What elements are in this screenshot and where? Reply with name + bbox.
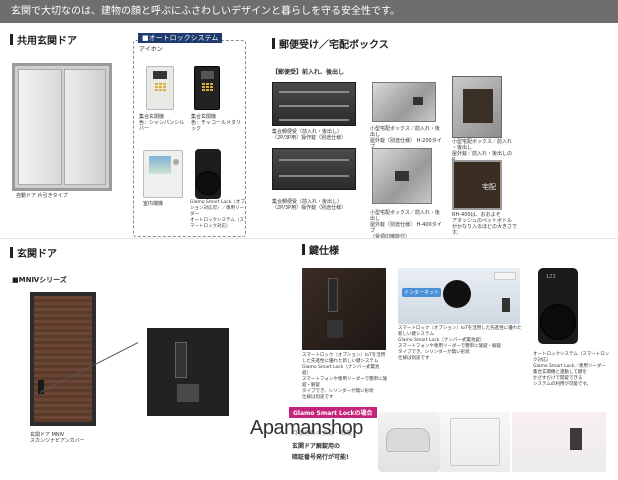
mail-slot [279, 105, 349, 107]
camera-window [153, 71, 167, 79]
common-door-title-text: 共用玄関ドア [17, 36, 77, 47]
dedicated-reader: 123 [538, 268, 578, 344]
parcel-h400-caption: 小型宅配ボックス／前入れ・後出し 屋外錠（別途仕様） H-400タイプ （受領印… [370, 210, 442, 240]
page: { "header": {"text": "玄関で大切なのは、建物の顔と呼ぶにふ… [0, 0, 618, 480]
indoor-monitor [143, 150, 183, 198]
reader-dial [540, 304, 576, 340]
mail-slot [279, 159, 349, 161]
lock-keypad [175, 342, 187, 378]
watermark-logo: Apamanshop [250, 417, 363, 439]
mail-slot [279, 175, 349, 177]
reader-shape [570, 428, 582, 450]
smartlock-photo [302, 268, 386, 350]
doorway-shape [450, 418, 500, 466]
car-shape [386, 428, 430, 452]
title-bar-mark [10, 34, 13, 45]
monitor-caption: 室内端機 [143, 201, 164, 207]
smart-hub [443, 280, 471, 308]
mail-slot [279, 119, 349, 121]
mailbox-unit-2 [272, 148, 356, 190]
reader-screen: 123 [546, 274, 556, 280]
mailbox-title: 郵便受け／宅配ボックス [272, 36, 389, 51]
common-door-caption: 自動ドア 片引きタイプ [16, 193, 68, 199]
parcel-label: 宅配 [482, 183, 496, 191]
smartlock-diagram-caption: スマートロック（オプション）IoTを活用した先進性に優れた新しい鍵システム Gl… [398, 326, 522, 361]
entrance-door-title-text: 玄関ドア [17, 249, 57, 260]
monitor-screen [149, 156, 171, 174]
aircon-unit [494, 272, 516, 280]
door-series: ■MNⅣシリーズ [12, 276, 67, 284]
mailbox-2-caption: 集合郵便受（前入れ・後出し） （2P/3P用）操作錠（別途仕様） [272, 199, 347, 211]
wood-panel [34, 296, 92, 422]
panel-silver-caption: 集合玄関機 色：シャンパンシルバー [139, 114, 185, 132]
parcel-box-h200 [372, 82, 436, 122]
illustration-entrance [440, 412, 510, 472]
keypad [155, 83, 166, 91]
mailbox-subheading: 【郵便受】前入れ、後出し [272, 69, 345, 76]
box-interior [463, 89, 493, 123]
door-reader [502, 298, 510, 312]
entry-panel-silver [146, 66, 174, 110]
section-divider [0, 238, 618, 239]
illustration-reader [512, 412, 606, 472]
monitor-button [173, 159, 179, 165]
door-lock-closeup [147, 328, 229, 416]
box-lock [395, 171, 409, 181]
common-door-photo [12, 63, 112, 191]
parcel-open-2-caption: RH-400は、おおよそ アタッシュのペットボトル がかなり入るほどの大きさです… [452, 212, 518, 236]
lock-knob [327, 320, 343, 338]
mailbox-1-caption: 集合郵便受（前入れ・後出し） （2P/3P用）操作錠（別途仕様） [272, 129, 347, 141]
entrance-door-photo [30, 292, 96, 426]
common-door-title: 共用玄関ドア [10, 32, 77, 47]
promo-line-2: 玄関ドア解錠用の [292, 443, 341, 450]
parcel-box-open-1 [452, 76, 502, 138]
header-banner: 玄関で大切なのは、建物の顔と呼ぶにふさわしいデザインと暮らしを守る安全性です。 [0, 0, 618, 23]
box-lock [413, 97, 423, 105]
reader-caption: オートロックシステム（スマートロック対応） Glamo Smart Lock／専… [533, 352, 610, 387]
smartlock-caption: Glamo Smart Lock（オプション対応可）／専用リーダー オートロック… [190, 200, 245, 229]
lock-knob [177, 384, 199, 402]
door-panel-right [64, 69, 106, 185]
camera-window [201, 71, 214, 79]
smartlock-photo-caption: スマートロック（オプション）IoTを活用した先進性に優れた新しい鍵システム Gl… [302, 353, 388, 400]
autolock-tag: ■オートロックシステム [138, 33, 223, 43]
title-bar-mark [302, 244, 305, 255]
entrance-door-title: 玄関ドア [10, 245, 57, 260]
mailbox-title-text: 郵便受け／宅配ボックス [279, 40, 389, 51]
lock-reader [328, 278, 338, 312]
door-panel-left [18, 69, 62, 185]
mailbox-unit-1 [272, 82, 356, 126]
entrance-door-caption: 玄関ドア MNⅣ スカンジナビアンカバー [30, 432, 85, 444]
internet-label: インターネット [402, 288, 442, 297]
panel-charcoal-caption: 集合玄関機 色：チャコールメタリック [191, 114, 241, 132]
smartlock-reader [195, 149, 221, 199]
parcel-box-open-2: 宅配 [452, 160, 502, 210]
autolock-brand: アイホン [139, 46, 163, 53]
promo-line-3: 暗証番号発行が可能! [292, 454, 349, 461]
key-title-text: 鍵仕様 [309, 246, 339, 257]
key-title: 鍵仕様 [302, 242, 339, 257]
title-bar-mark [10, 247, 13, 258]
keypad [202, 83, 213, 91]
mail-slot [279, 91, 349, 93]
illustration-car [378, 412, 440, 472]
parcel-box-h400 [372, 148, 432, 204]
reader-knob [196, 171, 220, 195]
smartlock-diagram: インターネット [398, 268, 520, 324]
entry-panel-charcoal [194, 66, 220, 110]
title-bar-mark [272, 38, 275, 49]
